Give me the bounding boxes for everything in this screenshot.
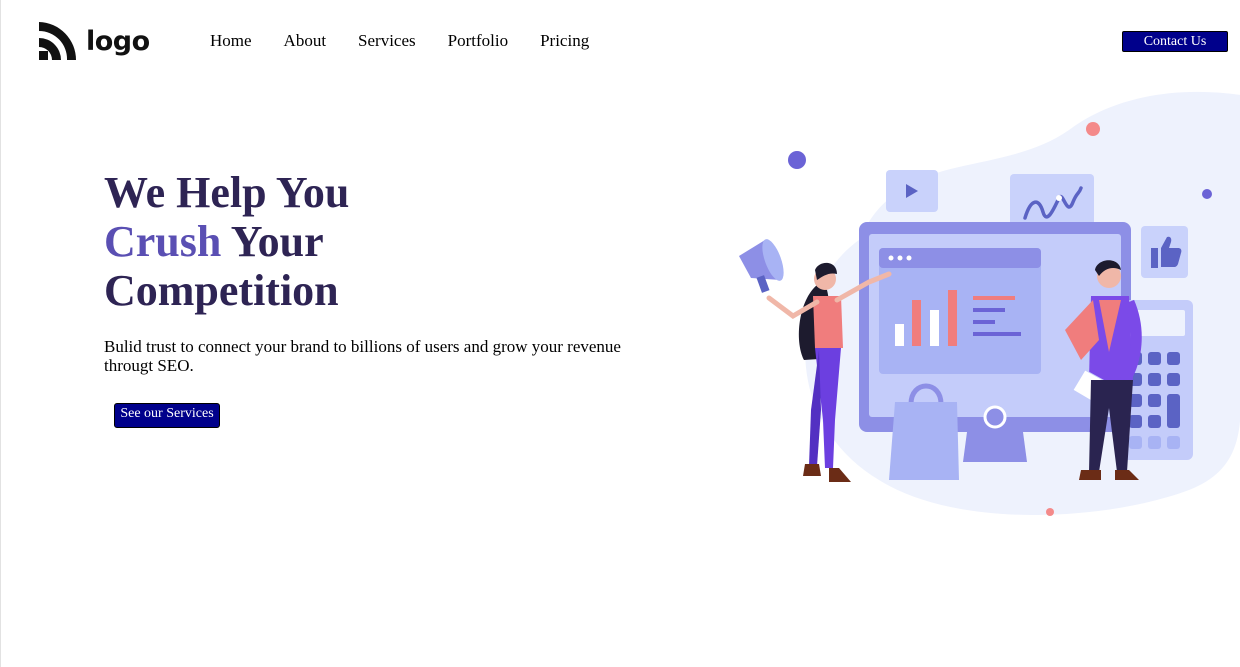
hero-title-line1: We Help You xyxy=(104,168,350,217)
hero-subtitle: Bulid trust to connect your brand to bil… xyxy=(104,337,621,375)
nav-about[interactable]: About xyxy=(284,31,327,51)
hero-title-line2: Your xyxy=(221,217,324,266)
dot-decoration xyxy=(1086,122,1100,136)
logo-mark-icon xyxy=(39,22,76,60)
play-icon xyxy=(886,170,938,212)
hero-title-line3: Competition xyxy=(104,266,339,315)
nav-pricing[interactable]: Pricing xyxy=(540,31,589,51)
contact-us-button[interactable]: Contact Us xyxy=(1122,31,1228,52)
megaphone-icon xyxy=(739,239,784,293)
hero-title: We Help You Crush Your Competition xyxy=(104,168,349,315)
logo-text: logo xyxy=(86,25,150,57)
logo[interactable]: logo xyxy=(39,22,150,60)
marketing-illustration xyxy=(739,91,1240,516)
thumbs-up-icon xyxy=(1141,226,1188,278)
dot-decoration xyxy=(1202,189,1212,199)
dot-decoration xyxy=(788,151,806,169)
nav-services[interactable]: Services xyxy=(358,31,416,51)
nav-home[interactable]: Home xyxy=(210,31,252,51)
nav-portfolio[interactable]: Portfolio xyxy=(448,31,508,51)
main-nav: Home About Services Portfolio Pricing xyxy=(210,31,621,51)
hero-title-accent: Crush xyxy=(104,217,222,266)
see-services-button[interactable]: See our Services xyxy=(114,403,220,428)
dot-decoration xyxy=(1046,508,1054,516)
